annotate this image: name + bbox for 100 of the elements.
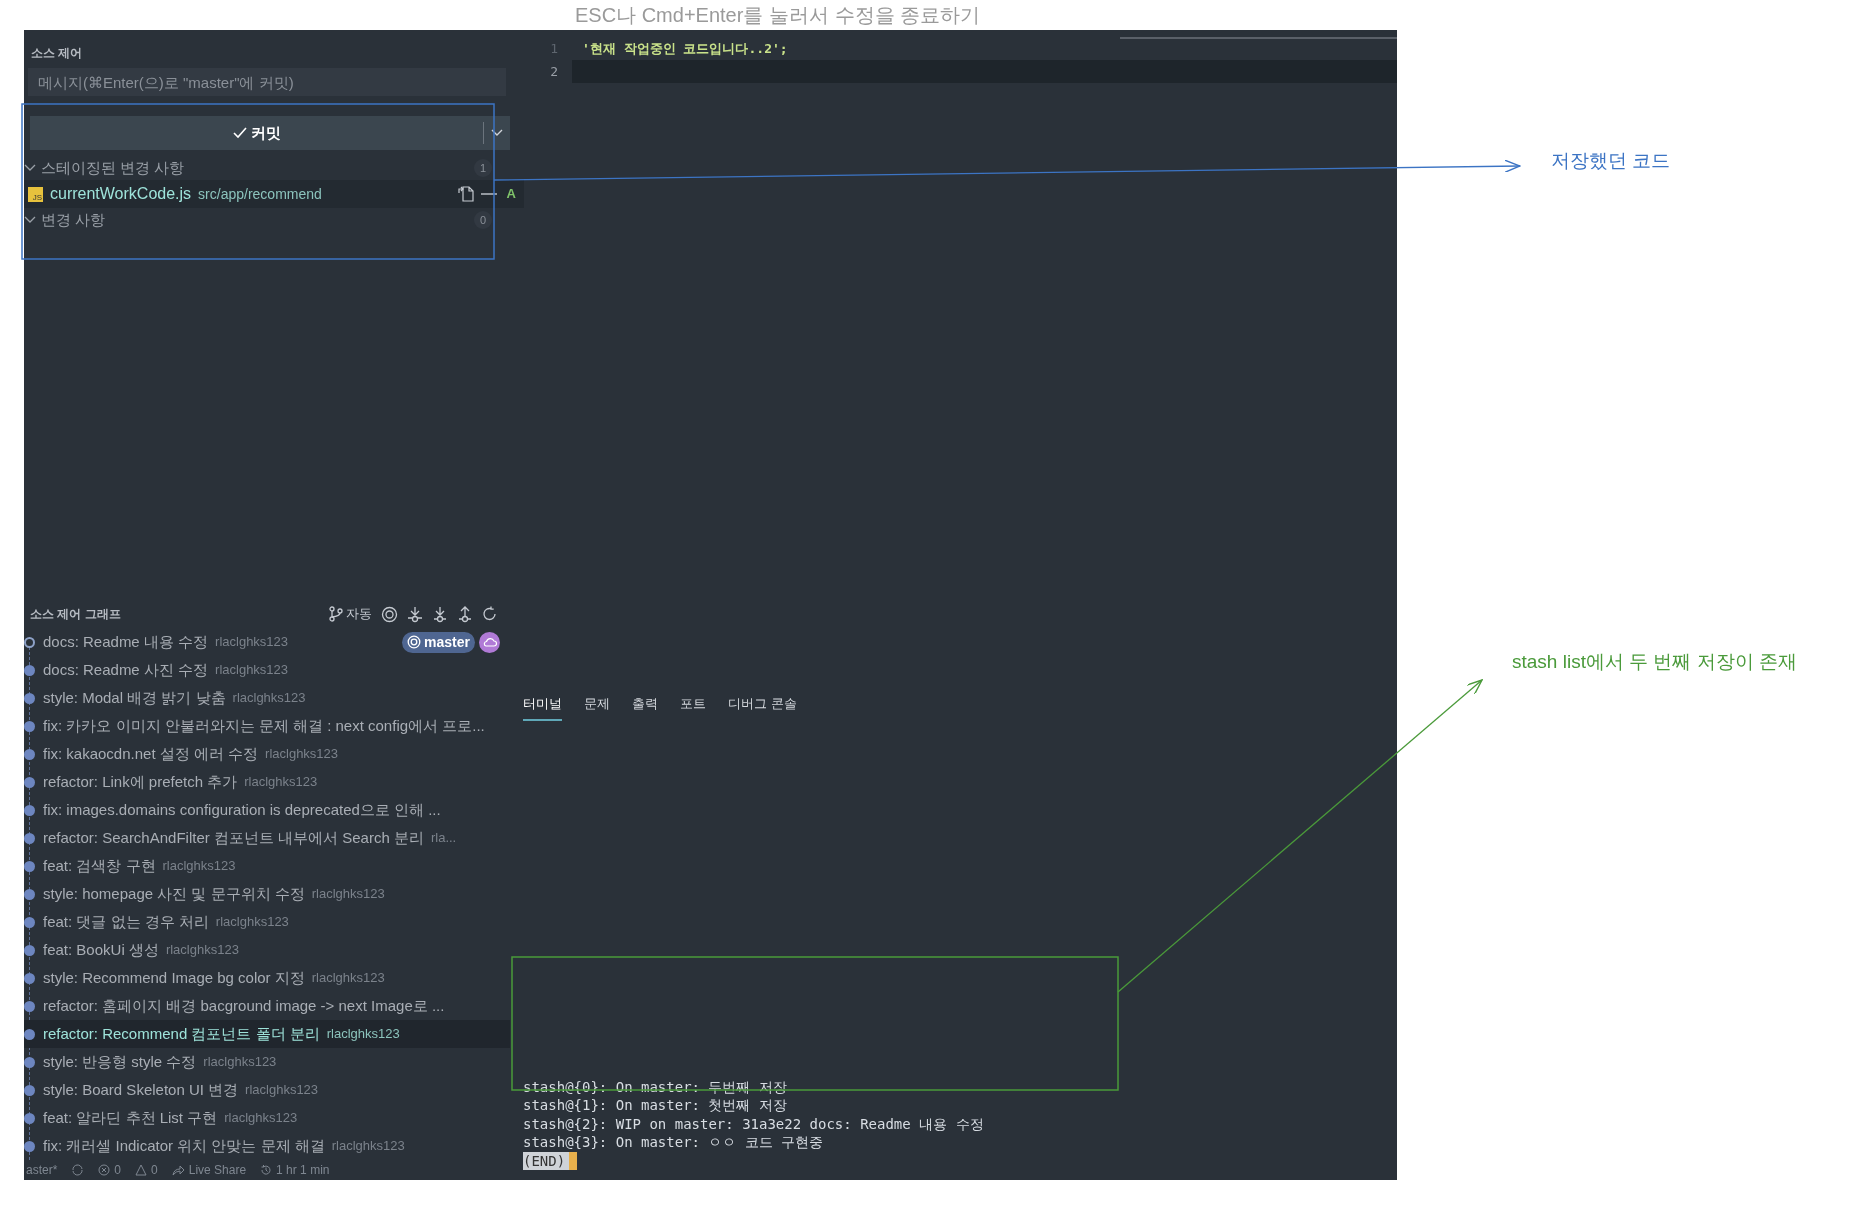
line-number: 2 <box>549 62 559 81</box>
annotation-text: stash list에서 두 번째 저장이 존재 <box>1512 650 1798 674</box>
branch-icon <box>329 606 343 622</box>
commit-row[interactable]: refactor: Link에 prefetch 추가 rlaclghks123 <box>24 768 510 796</box>
file-name: currentWorkCode.js <box>50 184 192 204</box>
commit-author: rlaclghks123 <box>162 857 236 876</box>
terminal-line: stash@{2}: WIP on master: 31a3e22 docs: Readme 내용 수정 <box>523 1114 984 1133</box>
terminal-line: stash@{0}: On master: 두번째 저장 <box>523 1077 787 1096</box>
commit-message: style: Modal 배경 밝기 낮춤 <box>43 687 226 708</box>
commit-author: rlaclghks123 <box>203 1053 277 1072</box>
section-header[interactable]: 변경 사항 <box>41 208 106 232</box>
warning-icon <box>135 1164 148 1176</box>
panel-title: 소스 제어 <box>31 45 83 62</box>
commit-author: rlaclghks123 <box>311 969 385 988</box>
commit-author: rla... <box>430 829 457 848</box>
check-icon <box>232 127 247 139</box>
chevron-down-icon[interactable] <box>491 129 503 137</box>
commit-row[interactable]: fix: 캐러셀 Indicator 위치 안맞는 문제 해결 rlaclghks123 <box>24 1132 510 1160</box>
js-file-icon: JS <box>28 186 43 202</box>
terminal-line: stash@{1}: On master: 첫번째 저장 <box>523 1096 787 1115</box>
commit-row[interactable]: docs: Readme 사진 수정 rlaclghks123 <box>24 656 510 684</box>
commit-message: feat: 알라딘 추천 List 구현 <box>43 1107 218 1128</box>
sync-icon[interactable] <box>71 1164 85 1176</box>
fetch-icon[interactable] <box>407 605 423 623</box>
file-path: src/app/recommend <box>198 184 322 204</box>
pull-icon[interactable] <box>432 605 448 623</box>
commit-author: rlaclghks123 <box>326 1025 400 1044</box>
section-header[interactable]: 스테이징된 변경 사항 <box>41 156 185 180</box>
commit-row[interactable]: refactor: Recommend 컴포넌트 폴더 분리 rlaclghks123 <box>24 1020 510 1048</box>
commit-author: rlaclghks123 <box>215 913 289 932</box>
commit-message: style: homepage 사진 및 문구위치 수정 <box>43 883 305 904</box>
commit-button[interactable]: 커밋 <box>30 116 510 150</box>
count-badge: 1 <box>474 159 492 177</box>
commit-row[interactable]: style: Recommend Image bg color 지정 rlaclghks123 <box>24 964 510 992</box>
commit-row[interactable]: style: Modal 배경 밝기 낮춤 rlaclghks123 <box>24 684 510 712</box>
panel-title: 소스 제어 그래프 <box>30 606 121 623</box>
commit-author: rlaclghks123 <box>331 1137 405 1156</box>
commit-row[interactable]: feat: 알라딘 추천 List 구현 rlaclghks123 <box>24 1104 510 1132</box>
commit-author: rlaclghks123 <box>244 773 318 792</box>
commit-message: fix: 캐러셀 Indicator 위치 안맞는 문제 해결 <box>43 1135 325 1156</box>
commit-author: rlaclghks123 <box>215 633 289 652</box>
commit-message: refactor: 홈페이지 배경 bacground image -> next Image로 ... <box>43 995 445 1016</box>
commit-author: rlaclghks123 <box>215 661 289 680</box>
target-icon <box>407 635 422 649</box>
annotation-text: ESC나 Cmd+Enter를 눌러서 수정을 종료하기 <box>575 3 981 28</box>
commit-message: fix: kakaocdn.net 설정 에러 수정 <box>43 743 259 764</box>
minus-icon[interactable] <box>480 193 497 195</box>
commit-message: feat: BookUi 생성 <box>43 939 159 960</box>
commit-row[interactable]: style: Board Skeleton UI 변경 rlaclghks123 <box>24 1076 510 1104</box>
annotation-text: 저장했던 코드 <box>1551 149 1671 173</box>
open-file-icon[interactable] <box>456 185 475 203</box>
count-badge: 0 <box>474 211 492 229</box>
commit-message: refactor: SearchAndFilter 컴포넌트 내부에서 Search 분리 <box>43 827 424 848</box>
commit-row[interactable]: fix: kakaocdn.net 설정 에러 수정 rlaclghks123 <box>24 740 510 768</box>
panel-tab[interactable]: 출력 <box>632 687 658 721</box>
commit-author: rlaclghks123 <box>311 885 385 904</box>
commit-message: style: Board Skeleton UI 변경 <box>43 1079 239 1100</box>
panel-tab[interactable]: 터미널 <box>523 687 562 721</box>
commit-row[interactable]: feat: 댓글 없는 경우 처리 rlaclghks123 <box>24 908 510 936</box>
cloud-icon <box>482 637 497 647</box>
commit-row[interactable]: fix: images.domains configuration is deprecated으로 인해 ... <box>24 796 510 824</box>
code-line: '현재 작업중인 코드입니다..2'; <box>581 39 789 58</box>
commit-row[interactable]: refactor: SearchAndFilter 컴포넌트 내부에서 Search 분리 rla... <box>24 824 510 852</box>
branch-badge: master <box>402 631 475 653</box>
panel-tab[interactable]: 문제 <box>584 687 610 721</box>
commit-author: rlaclghks123 <box>165 941 239 960</box>
commit-row[interactable]: style: homepage 사진 및 문구위치 수정 rlaclghks123 <box>24 880 510 908</box>
chevron-down-icon[interactable] <box>24 164 36 172</box>
panel-tab[interactable]: 포트 <box>680 687 706 721</box>
file-row[interactable]: JS currentWorkCode.js src/app/recommend A <box>24 180 524 208</box>
chevron-down-icon[interactable] <box>24 216 36 224</box>
commit-message: style: 반응형 style 수정 <box>43 1051 197 1072</box>
commit-message: refactor: Link에 prefetch 추가 <box>43 771 238 792</box>
commit-message: style: Recommend Image bg color 지정 <box>43 967 305 988</box>
status-item[interactable]: 0 <box>114 1161 122 1179</box>
commit-author: rlaclghks123 <box>265 745 339 764</box>
commit-author: rlaclghks123 <box>224 1109 298 1128</box>
terminal-line: stash@{3}: On master: ㅇㅇ 코드 구현중 <box>523 1133 824 1152</box>
commit-row[interactable]: feat: 검색창 구현 rlaclghks123 <box>24 852 510 880</box>
commit-author: rlaclghks123 <box>232 689 306 708</box>
status-item[interactable]: 1 hr 1 min <box>276 1161 330 1179</box>
push-icon[interactable] <box>457 605 473 623</box>
panel-tab[interactable]: 디버그 콘솔 <box>728 687 797 721</box>
target-icon[interactable] <box>381 605 398 623</box>
status-item[interactable]: 0 <box>151 1161 158 1179</box>
commit-row[interactable]: feat: BookUi 생성 rlaclghks123 <box>24 936 510 964</box>
status-item[interactable]: aster* <box>26 1161 58 1179</box>
commit-message: docs: Readme 내용 수정 <box>43 631 209 652</box>
refresh-icon[interactable] <box>482 606 498 622</box>
branch-mode-button[interactable]: 자동 <box>329 604 372 624</box>
commit-row[interactable]: fix: 카카오 이미지 안불러와지는 문제 해결 : next config에서 프로... <box>24 712 510 740</box>
commit-message: feat: 검색창 구현 <box>43 855 156 876</box>
status-item[interactable]: Live Share <box>188 1161 247 1179</box>
commit-message: fix: 카카오 이미지 안불러와지는 문제 해결 : next config에서 프로... <box>43 715 485 736</box>
commit-row[interactable]: style: 반응형 style 수정 rlaclghks123 <box>24 1048 510 1076</box>
commit-row[interactable]: docs: Readme 내용 수정 rlaclghks123 master <box>24 628 510 656</box>
share-arrow-icon <box>171 1164 185 1176</box>
commit-message-field[interactable]: 메시지(⌘Enter(으)로 "master"에 커밋) <box>28 68 506 96</box>
commit-row[interactable]: refactor: 홈페이지 배경 bacground image -> next Image로 ... <box>24 992 510 1020</box>
status-letter: A <box>506 185 516 204</box>
